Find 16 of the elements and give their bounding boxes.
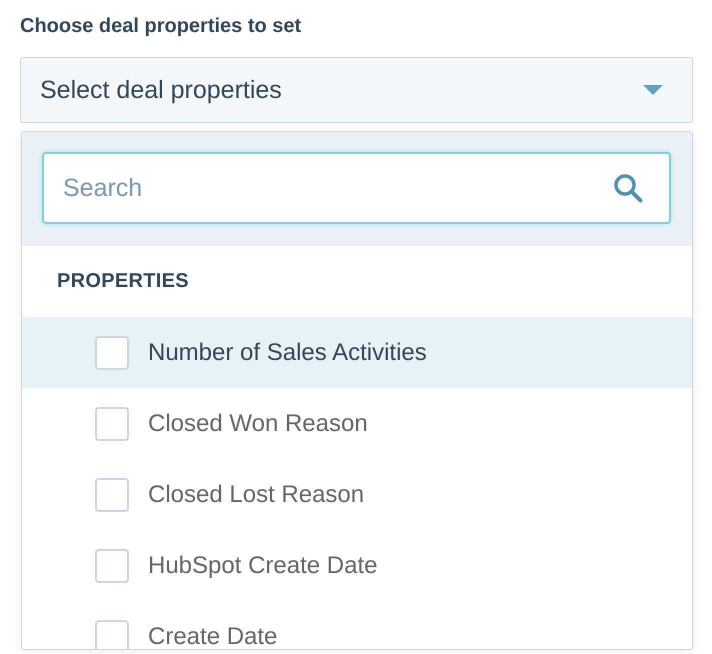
property-option[interactable]: Closed Lost Reason <box>22 459 692 530</box>
search-icon <box>613 173 643 203</box>
property-option[interactable]: Number of Sales Activities <box>22 317 692 388</box>
property-option[interactable]: Closed Won Reason <box>22 388 692 459</box>
checkbox[interactable] <box>95 620 129 649</box>
checkbox[interactable] <box>95 548 129 582</box>
field-label: Choose deal properties to set <box>20 14 302 39</box>
caret-icon <box>643 85 663 95</box>
deal-properties-select[interactable]: Select deal properties <box>20 57 693 123</box>
section-heading: PROPERTIES <box>56 269 190 294</box>
property-option[interactable]: Create Date <box>22 601 692 649</box>
checkbox[interactable] <box>95 478 129 512</box>
property-option[interactable]: HubSpot Create Date <box>22 530 692 601</box>
checkbox[interactable] <box>95 336 129 370</box>
checkbox[interactable] <box>95 406 129 440</box>
search-field[interactable]: Search <box>42 152 671 224</box>
